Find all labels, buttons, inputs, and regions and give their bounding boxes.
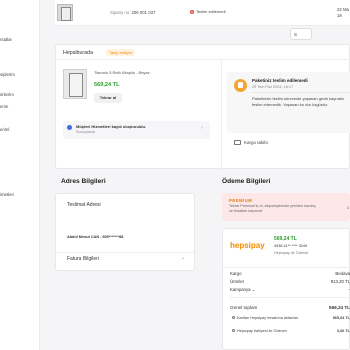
breakdown-value: 3,60 TL xyxy=(336,329,350,333)
order-number-label: Sipariş no: xyxy=(110,10,131,15)
breakdown-value: 565,64 TL xyxy=(332,316,350,320)
product-item: Tiamolo 5 Raflı Kitaplık - Beyaz 569,24 … xyxy=(63,69,210,109)
breakdown-label: Kartları Hepsipay hesabına aktarılan xyxy=(232,316,307,321)
summary-label: Kampanya ⌄ xyxy=(230,287,255,293)
payment-card: hepsipay 569,24 TL 4938 41** **** 3249 H… xyxy=(222,228,350,350)
hepsipay-logo: hepsipay xyxy=(230,241,265,250)
breakdown-label: Hepsipay bakiyesi ile Ödenen xyxy=(232,329,307,334)
chevron-down-icon[interactable]: ⌄ xyxy=(181,255,185,261)
customer-service-status: Sonuçlandı xyxy=(76,130,95,134)
summary-value: 813,20 TL xyxy=(330,279,350,284)
customer-service-title: Müşteri Hizmetleri kaydı oluşturuldu. xyxy=(76,124,147,129)
payment-section-title: Ödeme Bilgileri xyxy=(222,178,271,185)
divider xyxy=(252,92,350,93)
delivery-status-description: Paketinizin teslim sürecinde yaşanan gec… xyxy=(252,96,344,107)
product-image[interactable] xyxy=(63,69,87,99)
chevron-down-icon: ⌄ xyxy=(251,287,256,292)
premium-text: Tekrar Premium'lu ol, alışverişlerinde y… xyxy=(229,204,316,213)
status-badge: x Teslim edilemedi xyxy=(190,9,226,14)
seller-name: Hepsiburada xyxy=(63,50,94,56)
delivery-status-date: 29 Tem Paz 2024, 16:17 xyxy=(252,85,294,89)
summary-row-products: Ürünler 813,20 TL xyxy=(230,279,350,284)
sidebar-item-customer-service[interactable]: imetleri xyxy=(0,192,14,197)
shipment-card: Hepsiburada Takip ediliyor Tiamolo 5 Raf… xyxy=(55,44,350,170)
chevron-right-icon: › xyxy=(201,125,203,131)
order-date-line2: 18 xyxy=(337,12,342,18)
order-number: Sipariş no: 206 001 037 xyxy=(110,10,155,15)
delivery-status-box: Paketiniz teslim edilemedi 29 Tem Paz 20… xyxy=(227,72,350,133)
order-action-button[interactable]: S xyxy=(290,28,312,40)
sidebar: rsatlar siplerim imlerim erim eriml imet… xyxy=(0,0,40,350)
breakdown-label-text: Hepsipay bakiyesi ile Ödenen xyxy=(237,329,288,333)
cargo-tracking-link[interactable]: Kargo takibi xyxy=(234,140,268,145)
truck-icon xyxy=(234,140,241,145)
recipient-info: Abdül Mesut CAN - 905*******88 xyxy=(67,235,124,239)
order-date: 22 Ma 18 xyxy=(337,7,349,18)
sidebar-item-my-orders[interactable]: siplerim xyxy=(0,72,15,77)
status-text: Teslim edilemedi xyxy=(196,9,226,14)
follow-badge[interactable]: Takip ediliyor xyxy=(106,49,136,56)
repeat-order-button[interactable]: Tekrar al xyxy=(94,93,122,103)
address-section-title: Adres Bilgileri xyxy=(61,178,106,185)
package-icon xyxy=(234,79,247,92)
invoice-info-toggle[interactable]: Fatura Bilgileri xyxy=(67,256,99,262)
breakdown-label-text: Kartları Hepsipay hesabına aktarılan xyxy=(237,316,299,320)
summary-row-total: Genel toplam 569,24 TL xyxy=(230,305,350,310)
delivery-status-title: Paketiniz teslim edilemedi xyxy=(252,78,308,83)
delivery-status-panel: Paketiniz teslim edilemedi 29 Tem Paz 20… xyxy=(222,60,350,170)
sidebar-item-misc[interactable]: erim xyxy=(0,104,8,109)
customer-service-record[interactable]: Müşteri Hizmetleri kaydı oluşturuldu. So… xyxy=(63,121,210,139)
campaign-label: Kampanya xyxy=(230,287,251,292)
premium-number: 2 xyxy=(347,205,350,210)
card-number: 4938 41** **** 3249 xyxy=(274,244,308,248)
divider xyxy=(56,252,196,253)
order-date-line1: 22 Ma xyxy=(337,7,349,12)
product-thumbnail xyxy=(57,4,73,21)
shipment-header: Hepsiburada Takip ediliyor xyxy=(56,45,350,60)
summary-row-campaign[interactable]: Kampanya ⌄ - xyxy=(230,287,350,293)
payment-method: Hepsipay ile Ödendi xyxy=(274,251,308,255)
total-label: Genel toplam xyxy=(230,305,258,310)
order-number-value: 206 001 037 xyxy=(131,10,156,15)
error-icon: x xyxy=(190,9,194,14)
total-value: 569,24 TL xyxy=(329,305,350,310)
summary-label: Ürünler xyxy=(230,279,245,284)
premium-banner[interactable]: PREMIUM Tekrar Premium'lu ol, alışverişl… xyxy=(222,193,350,221)
product-name[interactable]: Tiamolo 5 Raflı Kitaplık - Beyaz xyxy=(94,70,150,75)
circle-icon xyxy=(232,329,235,332)
divider xyxy=(230,297,348,298)
payment-breakdown-row: Hepsipay bakiyesi ile Ödenen 3,60 TL xyxy=(232,329,350,334)
address-card: Teslimat Adresi Abdül Mesut CAN - 905***… xyxy=(55,193,196,271)
premium-title: PREMIUM xyxy=(229,198,253,203)
summary-row-shipping: Kargo Bedava xyxy=(230,271,350,276)
info-icon xyxy=(67,125,72,130)
summary-value: Bedava xyxy=(335,271,350,276)
sidebar-item-orders[interactable]: rsatlar xyxy=(0,37,12,42)
payment-breakdown-row: Kartları Hepsipay hesabına aktarılan 565… xyxy=(232,316,350,321)
sidebar-item-lists[interactable]: eriml xyxy=(0,127,9,132)
product-price: 569,24 TL xyxy=(94,82,120,88)
payment-amount: 569,24 TL xyxy=(274,236,297,242)
cargo-tracking-label: Kargo takibi xyxy=(244,140,268,145)
divider xyxy=(223,267,350,268)
order-summary-strip: Sipariş no: 206 001 037 x Teslim edileme… xyxy=(55,0,350,26)
delivery-address-title: Teslimat Adresi xyxy=(67,202,101,208)
sidebar-item-services[interactable]: imlerim xyxy=(0,92,14,97)
summary-label: Kargo xyxy=(230,271,242,276)
circle-icon xyxy=(232,316,235,319)
